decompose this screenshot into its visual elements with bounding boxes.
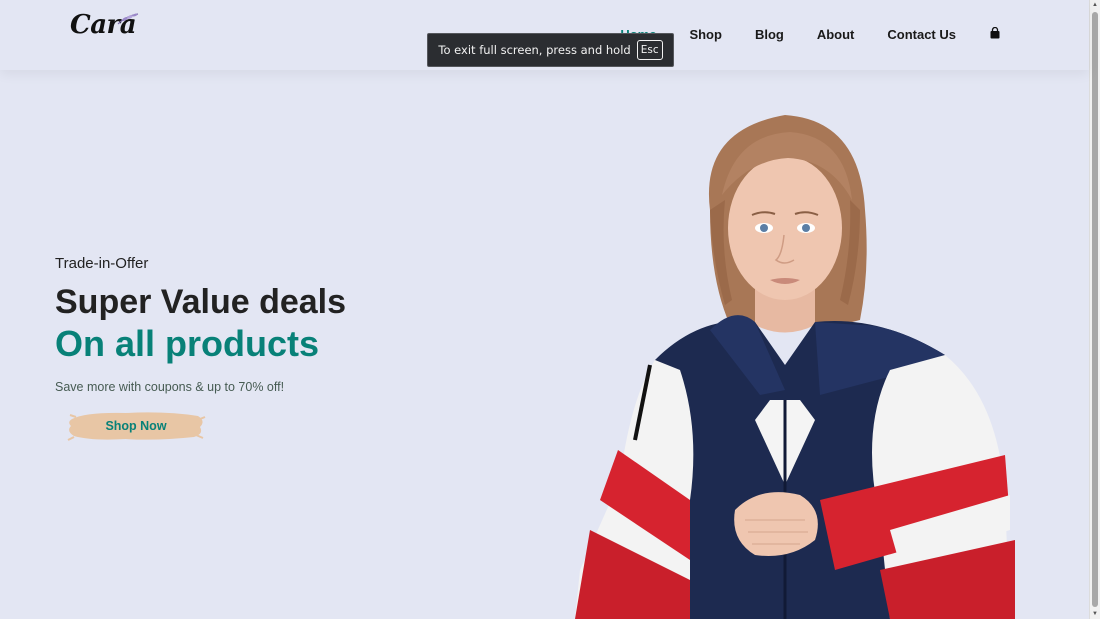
hero-model-image xyxy=(575,115,1015,619)
scrollbar-thumb[interactable] xyxy=(1092,12,1098,607)
nav-shop-link[interactable]: Shop xyxy=(689,27,722,42)
hero-headline: Super Value deals xyxy=(55,283,347,321)
main-navigation: Home Shop Blog About Contact Us xyxy=(620,0,1001,70)
esc-key-badge: Esc xyxy=(636,39,663,61)
toast-message: To exit full screen, press and hold xyxy=(438,43,631,57)
hero-kicker: Trade-in-Offer xyxy=(55,255,149,272)
shop-now-label: Shop Now xyxy=(105,418,167,433)
hero-section: Trade-in-Offer Super Value deals On all … xyxy=(55,255,346,394)
hero-subheadline: On all products xyxy=(55,323,320,364)
nav-blog-link[interactable]: Blog xyxy=(755,27,784,42)
shop-now-button[interactable]: Shop Now xyxy=(66,407,206,443)
hero-description: Save more with coupons & up to 70% off! xyxy=(55,380,285,394)
scroll-down-arrow-icon[interactable]: ▼ xyxy=(1092,611,1098,617)
lavender-leaf-icon xyxy=(117,13,139,25)
shopping-bag-icon xyxy=(990,27,1000,39)
fullscreen-exit-toast: To exit full screen, press and hold Esc xyxy=(427,33,674,67)
nav-contact-link[interactable]: Contact Us xyxy=(887,27,956,42)
nav-about-link[interactable]: About xyxy=(817,27,855,42)
cart-link[interactable] xyxy=(989,27,1001,42)
page-scrollbar[interactable]: ▲ ▼ xyxy=(1089,0,1100,619)
scroll-up-arrow-icon[interactable]: ▲ xyxy=(1092,2,1098,8)
